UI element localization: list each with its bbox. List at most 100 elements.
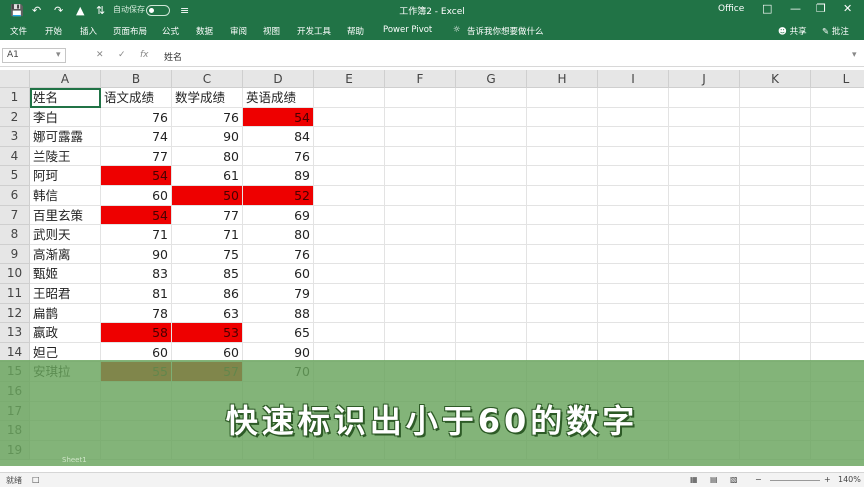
cell-f2[interactable] [385, 107, 456, 128]
cell-a3[interactable]: 娜可露露 [30, 127, 101, 147]
cell-l2[interactable] [811, 108, 864, 128]
formula-input[interactable]: 姓名 [164, 50, 182, 63]
tab-file[interactable]: 文件 [10, 25, 27, 37]
cell-f12[interactable] [385, 303, 456, 324]
cell-d11[interactable]: 79 [243, 284, 314, 304]
restore-icon[interactable]: ❐ [816, 2, 826, 15]
tab-power-pivot[interactable]: Power Pivot [383, 25, 432, 35]
cell-l8[interactable] [811, 225, 864, 245]
row-header[interactable]: 7 [0, 205, 30, 226]
cell-c9[interactable]: 75 [172, 244, 243, 265]
cell-a2[interactable]: 李白 [30, 107, 101, 128]
cell-i6[interactable] [598, 186, 669, 206]
normal-view-icon[interactable]: ▦ [690, 475, 698, 484]
cell-j2[interactable] [669, 107, 740, 128]
row-header[interactable]: 5 [0, 166, 30, 186]
zoom-slider[interactable] [770, 480, 820, 481]
cell-h11[interactable] [527, 284, 598, 304]
cell-e9[interactable] [314, 244, 385, 265]
column-header-l[interactable]: L [811, 70, 864, 88]
cell-j3[interactable] [669, 127, 740, 147]
cell-j8[interactable] [669, 225, 740, 245]
cell-k3[interactable] [740, 127, 811, 147]
cell-g1[interactable] [456, 88, 527, 108]
cell-h4[interactable] [527, 146, 598, 167]
cell-e7[interactable] [314, 205, 385, 226]
cell-a11[interactable]: 王昭君 [30, 284, 101, 304]
cell-k4[interactable] [740, 146, 811, 167]
cell-g6[interactable] [456, 186, 527, 206]
cell-j6[interactable] [669, 186, 740, 206]
cell-l7[interactable] [811, 206, 864, 226]
cell-i13[interactable] [598, 323, 669, 343]
cell-k12[interactable] [740, 303, 811, 324]
row-header[interactable]: 10 [0, 264, 30, 284]
cell-j1[interactable] [669, 88, 740, 108]
cell-k2[interactable] [740, 107, 811, 128]
cell-f4[interactable] [385, 146, 456, 167]
cell-b8[interactable]: 71 [101, 225, 172, 245]
cell-f13[interactable] [385, 323, 456, 343]
cell-d12[interactable]: 88 [243, 303, 314, 324]
cell-j13[interactable] [669, 323, 740, 343]
cell-l10[interactable] [811, 264, 864, 284]
cell-g8[interactable] [456, 225, 527, 245]
cell-l6[interactable] [811, 186, 864, 206]
cell-a12[interactable]: 扁鹊 [30, 303, 101, 324]
cell-j12[interactable] [669, 303, 740, 324]
cell-b10[interactable]: 83 [101, 264, 172, 284]
cell-b5[interactable]: 54 [101, 166, 172, 186]
cell-f9[interactable] [385, 244, 456, 265]
cell-g11[interactable] [456, 284, 527, 304]
cell-c8[interactable]: 71 [172, 225, 243, 245]
close-icon[interactable]: ✕ [843, 2, 852, 15]
cell-c12[interactable]: 63 [172, 303, 243, 324]
cell-d13[interactable]: 65 [243, 323, 314, 343]
comments-button[interactable]: ✎ 批注 [822, 25, 849, 37]
cell-l3[interactable] [811, 127, 864, 147]
expand-formula-bar-icon[interactable]: ▾ [852, 50, 857, 60]
cell-k1[interactable] [740, 88, 811, 108]
cell-a13[interactable]: 嬴政 [30, 323, 101, 343]
row-header[interactable]: 9 [0, 244, 30, 265]
cell-a10[interactable]: 甄姬 [30, 264, 101, 284]
cell-d4[interactable]: 76 [243, 146, 314, 167]
tab-review[interactable]: 审阅 [230, 25, 247, 37]
cell-b6[interactable]: 60 [101, 186, 172, 206]
cell-a4[interactable]: 兰陵王 [30, 146, 101, 167]
cell-k7[interactable] [740, 205, 811, 226]
cell-a1[interactable]: 姓名 [30, 88, 101, 108]
cell-f11[interactable] [385, 284, 456, 304]
cell-g10[interactable] [456, 264, 527, 284]
cell-j4[interactable] [669, 146, 740, 167]
cell-k5[interactable] [740, 166, 811, 186]
cell-f6[interactable] [385, 186, 456, 206]
cell-c10[interactable]: 85 [172, 264, 243, 284]
cell-e4[interactable] [314, 146, 385, 167]
enter-icon[interactable]: ✓ [118, 50, 126, 60]
cell-e10[interactable] [314, 264, 385, 284]
cell-j9[interactable] [669, 244, 740, 265]
cell-l12[interactable] [811, 304, 864, 324]
cell-h7[interactable] [527, 205, 598, 226]
name-box-dropdown-icon[interactable]: ▾ [56, 50, 61, 60]
cell-c6[interactable]: 50 [172, 186, 243, 206]
cell-b12[interactable]: 78 [101, 303, 172, 324]
cell-l11[interactable] [811, 284, 864, 304]
cell-g2[interactable] [456, 107, 527, 128]
column-header-d[interactable]: D [243, 70, 314, 88]
cell-l4[interactable] [811, 147, 864, 167]
tab-help[interactable]: 帮助 [347, 25, 364, 37]
cell-f8[interactable] [385, 225, 456, 245]
cell-f5[interactable] [385, 166, 456, 186]
cell-d2[interactable]: 54 [243, 107, 314, 128]
cell-b1[interactable]: 语文成绩 [101, 88, 172, 108]
tab-data[interactable]: 数据 [196, 25, 213, 37]
cell-h1[interactable] [527, 88, 598, 108]
cell-i2[interactable] [598, 107, 669, 128]
cell-e8[interactable] [314, 225, 385, 245]
cell-h8[interactable] [527, 225, 598, 245]
cell-b2[interactable]: 76 [101, 107, 172, 128]
cell-g13[interactable] [456, 323, 527, 343]
cell-e2[interactable] [314, 107, 385, 128]
